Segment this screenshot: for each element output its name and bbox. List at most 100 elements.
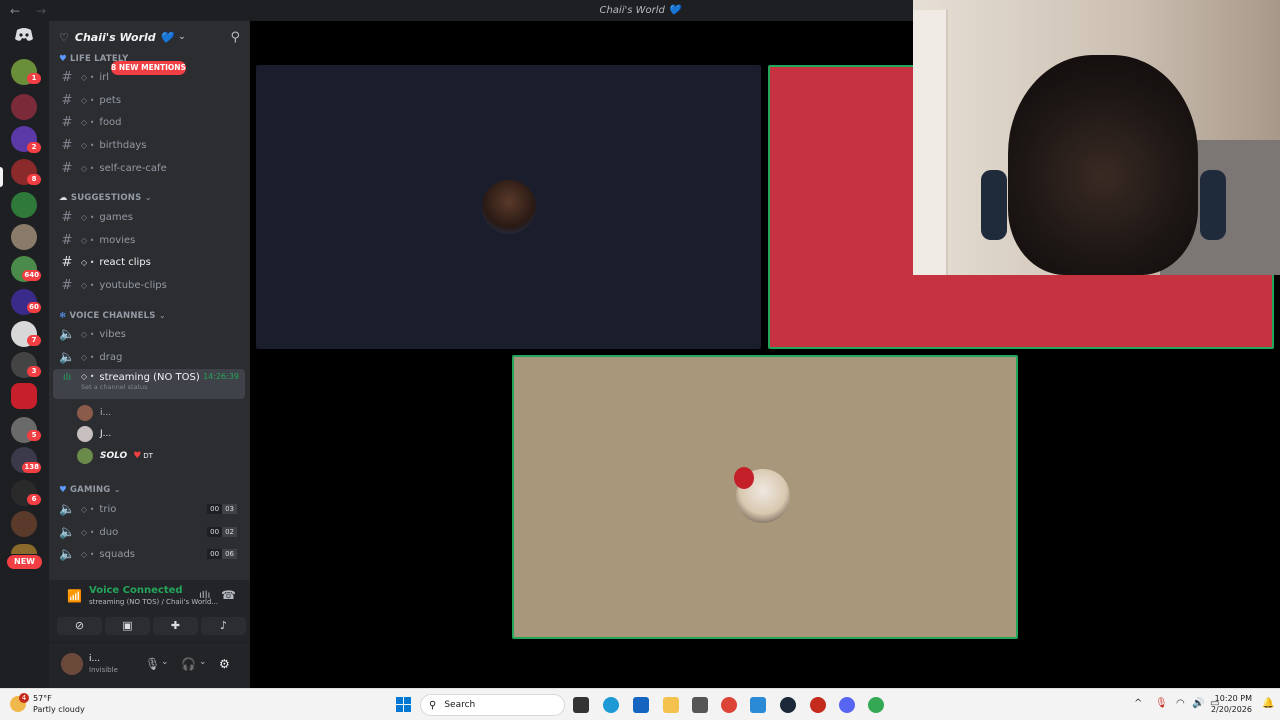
activities-button[interactable]: ✚: [153, 617, 198, 635]
new-unreads-pill[interactable]: NEW: [7, 555, 42, 569]
headphone-right: [1200, 170, 1226, 240]
camera-off-button[interactable]: ⊘: [57, 617, 102, 635]
server-badge: 60: [27, 302, 41, 313]
voice-user[interactable]: i...: [77, 405, 111, 421]
hash-icon: #: [61, 69, 73, 85]
steam-icon[interactable]: [780, 697, 796, 713]
invite-people-icon[interactable]: ⚲: [230, 30, 240, 45]
voice-channel-path[interactable]: streaming (NO TOS) / Chaii's World...: [89, 598, 239, 606]
weather-icon: 4: [10, 693, 29, 712]
server-icon[interactable]: [11, 94, 37, 120]
hash-icon: #: [61, 160, 73, 176]
discord-icon[interactable]: [839, 697, 855, 713]
person-silhouette: [1008, 55, 1198, 275]
category-suggestions[interactable]: ☁ SUGGESTIONS ⌄: [59, 193, 152, 203]
notification-bell-icon[interactable]: 🔔: [1262, 698, 1274, 709]
voice-channel-duo[interactable]: 🔈 ◇ • duo 00 02: [53, 522, 245, 542]
channel-games[interactable]: # ◇ • games: [53, 207, 245, 227]
chevron-down-icon[interactable]: ⌄: [161, 657, 169, 667]
voice-user[interactable]: J...: [77, 426, 111, 442]
participant-tile[interactable]: [256, 65, 761, 349]
selected-indicator: [0, 167, 3, 187]
hash-icon: #: [61, 114, 73, 130]
voice-channel-streaming[interactable]: ılı ◇ • streaming (NO TOS) 14:26:39 Set a …: [53, 369, 245, 399]
server-icon[interactable]: [11, 544, 37, 554]
channel-youtube-clips[interactable]: # ◇ • youtube-clips: [53, 275, 245, 295]
chrome-icon[interactable]: [868, 697, 884, 713]
server-icon[interactable]: [11, 224, 37, 250]
server-name: Chaii's World 💙: [74, 30, 174, 44]
headphones-icon[interactable]: 🎧: [181, 657, 196, 671]
channel-self-care-cafe[interactable]: # ◇ • self-care-cafe: [53, 158, 245, 178]
chevron-down-icon: ⌄: [178, 32, 186, 42]
channel-irl[interactable]: # ◇ • irl: [53, 67, 245, 87]
balloon-icon: [734, 467, 754, 489]
user-status: Invisible: [89, 666, 118, 674]
hash-icon: #: [61, 254, 73, 270]
weather-widget[interactable]: 4 57°F Partly cloudy: [10, 693, 85, 715]
avatar[interactable]: [61, 653, 83, 675]
discord-home-icon[interactable]: [11, 27, 37, 47]
chevron-down-icon[interactable]: ⌄: [199, 657, 207, 667]
username[interactable]: i...: [89, 654, 100, 664]
channel-birthdays[interactable]: # ◇ • birthdays: [53, 135, 245, 155]
channel-status-prompt[interactable]: Set a channel status: [81, 383, 148, 391]
microphone-icon[interactable]: 🎙: [1155, 698, 1168, 709]
wifi-icon[interactable]: ◠: [1176, 698, 1185, 709]
server-badge: 640: [22, 270, 41, 281]
screen-share-button[interactable]: ▣: [105, 617, 150, 635]
server-header[interactable]: ♡ Chaii's World 💙 ⌄ ⚲: [49, 21, 250, 53]
file-explorer-icon[interactable]: [663, 697, 679, 713]
weather-description: Partly cloudy: [33, 705, 85, 714]
signal-icon[interactable]: 📶: [67, 589, 82, 603]
speaker-icon: 🔈: [59, 524, 76, 540]
voice-channel-squads[interactable]: 🔈 ◇ • squads 00 06: [53, 544, 245, 564]
system-clock[interactable]: 10:20 PM 2/20/2026: [1211, 693, 1252, 715]
voice-channel-drag[interactable]: 🔈 ◇ • drag: [53, 347, 245, 367]
windows-start-icon[interactable]: [396, 697, 411, 712]
channel-movies[interactable]: # ◇ • movies: [53, 230, 245, 250]
app-icon[interactable]: [750, 697, 766, 713]
call-duration: 14:26:39: [203, 372, 239, 381]
chevron-up-icon[interactable]: ^: [1134, 698, 1142, 709]
user-panel: i... Invisible 🎙 ⌄ 🎧 ⌄ ⚙: [49, 642, 250, 688]
voice-channel-trio[interactable]: 🔈 ◇ • trio 00 03: [53, 499, 245, 519]
channel-react-clips[interactable]: # ◇ • react clips: [53, 252, 245, 272]
taskbar-search[interactable]: ⚲ Search: [420, 694, 565, 716]
speaker-icon: 🔈: [59, 326, 76, 342]
participant-tile-speaking[interactable]: [512, 355, 1018, 639]
channel-food[interactable]: # ◇ • food: [53, 112, 245, 132]
webcam-preview[interactable]: [913, 0, 1280, 275]
category-gaming[interactable]: ♥ GAMING ⌄: [59, 485, 121, 495]
background-door: [913, 10, 948, 275]
voice-connected-panel: 📶 Voice Connected streaming (NO TOS) / C…: [49, 580, 250, 642]
edge-icon[interactable]: [603, 697, 619, 713]
server-icon[interactable]: [11, 383, 37, 409]
server-icon[interactable]: [11, 511, 37, 537]
server-icon[interactable]: [11, 192, 37, 218]
app-icon[interactable]: [810, 697, 826, 713]
server-badge: 138: [22, 462, 41, 473]
chrome-icon[interactable]: [721, 697, 737, 713]
soundboard-button[interactable]: ♪: [201, 617, 246, 635]
avatar: [77, 448, 93, 464]
category-voice-channels[interactable]: ❄ VOICE CHANNELS ⌄: [59, 311, 166, 321]
speaker-icon: 🔈: [59, 501, 76, 517]
server-badge: 2: [27, 142, 41, 153]
hash-icon: #: [61, 277, 73, 293]
volume-icon[interactable]: 🔊: [1192, 698, 1204, 709]
noise-suppression-icon[interactable]: ıIlı: [199, 590, 210, 601]
voice-connected-status[interactable]: Voice Connected: [89, 585, 183, 596]
hash-icon: #: [61, 137, 73, 153]
app-icon[interactable]: [692, 697, 708, 713]
settings-gear-icon[interactable]: ⚙: [219, 657, 230, 671]
microphone-icon[interactable]: 🎙: [145, 657, 160, 671]
voice-user[interactable]: SOLO ♥ DT: [77, 448, 153, 464]
channel-pets[interactable]: # ◇ • pets: [53, 90, 245, 110]
task-view-icon[interactable]: [573, 697, 589, 713]
disconnect-icon[interactable]: ☎: [221, 588, 236, 602]
user-limit: 00 02: [207, 527, 237, 537]
store-icon[interactable]: [633, 697, 649, 713]
voice-channel-vibes[interactable]: 🔈 ◇ • vibes: [53, 324, 245, 344]
speaker-icon: 🔈: [59, 546, 76, 562]
